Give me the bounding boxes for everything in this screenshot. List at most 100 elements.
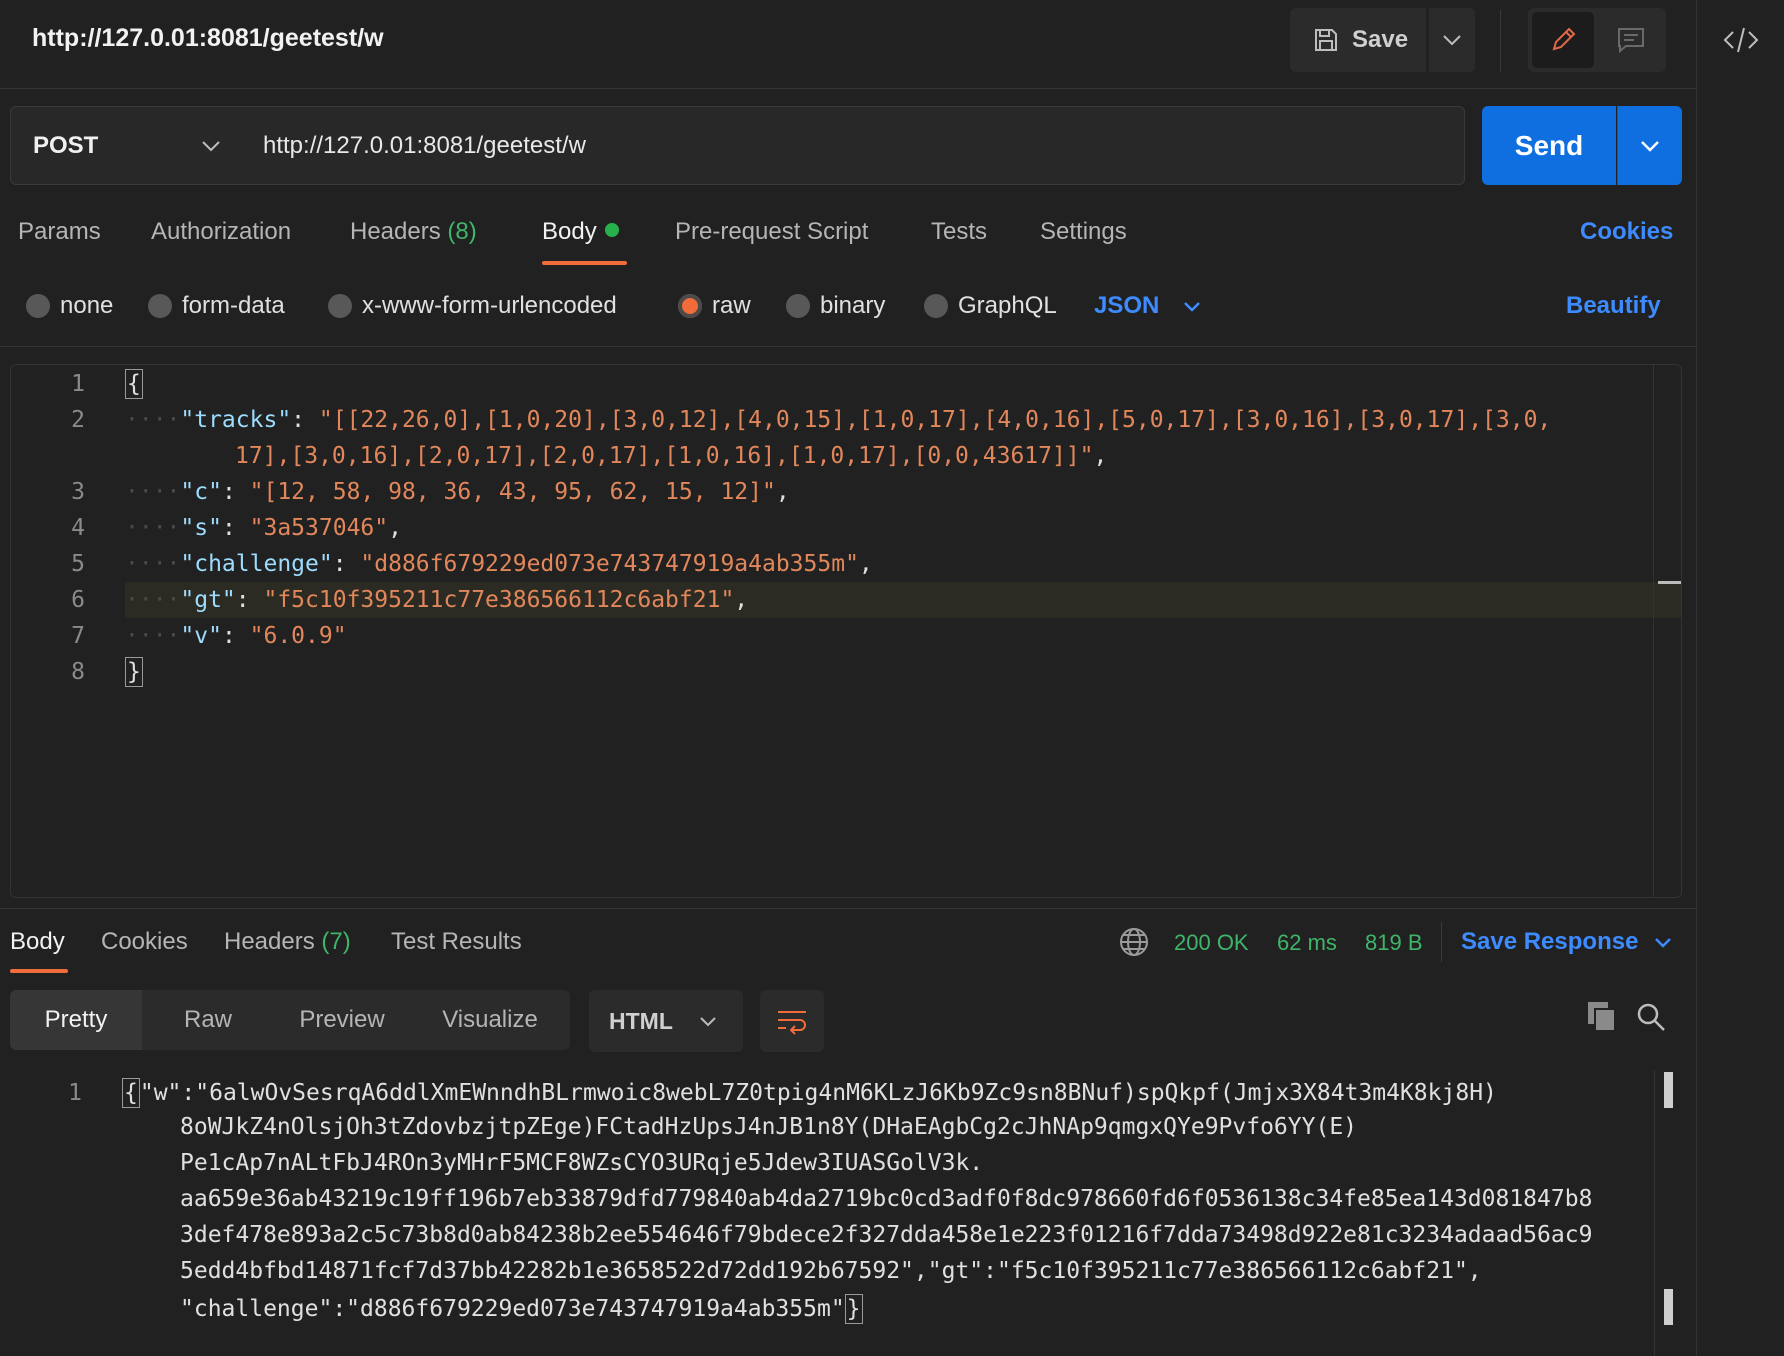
response-format-label: HTML	[609, 1007, 673, 1034]
json-key: "s"	[180, 515, 222, 541]
code-icon[interactable]	[1723, 24, 1759, 56]
code-line: }	[125, 657, 143, 687]
tab-body-label: Body	[542, 218, 597, 245]
chevron-down-icon	[202, 140, 220, 151]
line-number: 4	[71, 515, 85, 541]
search-icon[interactable]	[1636, 1002, 1666, 1032]
response-tab-cookies[interactable]: Cookies	[101, 928, 188, 956]
editor-scrollbar[interactable]	[1653, 365, 1681, 897]
view-visualize[interactable]: Visualize	[410, 990, 570, 1050]
divider	[0, 346, 1696, 347]
request-title[interactable]: http://127.0.01:8081/geetest/w	[32, 24, 384, 53]
code-line-wrapped: 17],[3,0,16],[2,0,17],[2,0,17],[1,0,16],…	[235, 443, 1108, 469]
json-string: 17],[3,0,16],[2,0,17],[2,0,17],[1,0,16],…	[235, 443, 1094, 469]
edit-mode-toggle	[1528, 8, 1666, 72]
edit-button[interactable]	[1532, 12, 1594, 68]
tab-pre-request-script[interactable]: Pre-request Script	[675, 218, 868, 246]
method-select[interactable]: POST	[10, 106, 242, 185]
close-brace: }	[125, 657, 143, 687]
copy-icon[interactable]	[1586, 1000, 1618, 1034]
json-string: "3a537046"	[249, 515, 389, 541]
radio-raw[interactable]: raw	[678, 292, 751, 320]
tab-headers[interactable]: Headers (8)	[350, 218, 477, 246]
json-string: "d886f679229ed073e743747919a4ab355m"	[360, 551, 859, 577]
floppy-disk-icon	[1315, 29, 1337, 51]
response-text: "challenge":"d886f679229ed073e743747919a…	[180, 1296, 845, 1322]
chevron-down-icon	[1184, 301, 1201, 312]
send-options-button[interactable]	[1617, 106, 1682, 185]
toolbar-divider	[1500, 10, 1501, 72]
save-response-button[interactable]: Save Response	[1461, 928, 1672, 956]
code-line: ····"c": "[12, 58, 98, 36, 43, 95, 62, 1…	[125, 479, 790, 505]
save-label: Save	[1352, 26, 1409, 53]
comment-button[interactable]	[1600, 12, 1662, 68]
line-number: 8	[71, 659, 85, 685]
view-pretty[interactable]: Pretty	[10, 990, 142, 1050]
tab-tests[interactable]: Tests	[931, 218, 987, 246]
comment-icon	[1618, 28, 1644, 54]
right-sidebar	[1696, 0, 1784, 1356]
code-line: {	[125, 369, 143, 399]
code-line: ····"challenge": "d886f679229ed073e74374…	[125, 551, 873, 577]
save-button[interactable]: Save	[1290, 8, 1426, 72]
send-button[interactable]: Send	[1482, 106, 1616, 185]
cookies-link[interactable]: Cookies	[1580, 218, 1673, 246]
response-scrollbar-thumb[interactable]	[1664, 1289, 1673, 1325]
json-key: "c"	[180, 479, 222, 505]
chevron-down-icon	[1655, 937, 1672, 948]
response-time[interactable]: 62 ms	[1277, 930, 1337, 956]
line-number: 3	[71, 479, 85, 505]
response-tab-headers-label: Headers	[224, 928, 315, 955]
radio-form-data[interactable]: form-data	[148, 292, 285, 320]
save-options-button[interactable]	[1429, 8, 1475, 72]
radio-circle	[786, 294, 810, 318]
json-string: "[12, 58, 98, 36, 43, 95, 62, 15, 12]"	[249, 479, 776, 505]
view-preview[interactable]: Preview	[274, 990, 410, 1050]
line-number: 6	[71, 587, 85, 613]
code-line: ····"tracks": "[[22,26,0],[1,0,20],[3,0,…	[125, 407, 1552, 433]
chevron-down-icon	[1443, 35, 1461, 46]
response-body-viewer[interactable]: 1 {"w":"6alwOvSesrqA6ddlXmEWnndhBLrmwoic…	[0, 1070, 1696, 1356]
tab-headers-label: Headers	[350, 218, 441, 245]
url-input[interactable]	[241, 106, 1465, 185]
tab-authorization[interactable]: Authorization	[151, 218, 291, 246]
language-select[interactable]: JSON	[1094, 292, 1201, 320]
line-number: 7	[71, 623, 85, 649]
globe-icon[interactable]	[1118, 926, 1150, 958]
response-line: 3def478e893a2c5c73b8d0ab84238b2ee554646f…	[180, 1222, 1593, 1248]
response-size[interactable]: 819 B	[1365, 930, 1423, 956]
response-tab-headers[interactable]: Headers (7)	[224, 928, 351, 956]
request-body-editor[interactable]: 1 2 3 4 5 6 7 8 { ····"tracks": "[[22,26…	[10, 364, 1682, 898]
code-line: ····"gt": "f5c10f395211c77e386566112c6ab…	[125, 587, 749, 613]
response-scrollbar-thumb[interactable]	[1664, 1072, 1673, 1108]
wrap-lines-button[interactable]	[760, 990, 824, 1052]
json-key: "v"	[180, 623, 222, 649]
tab-settings[interactable]: Settings	[1040, 218, 1127, 246]
status-code[interactable]: 200 OK	[1174, 930, 1249, 956]
response-format-select[interactable]: HTML	[589, 990, 743, 1052]
scroll-position-marker	[1658, 581, 1681, 584]
radio-urlencoded-label: x-www-form-urlencoded	[362, 292, 617, 319]
radio-none-label: none	[60, 292, 114, 319]
body-modified-dot	[604, 223, 619, 237]
save-response-label: Save Response	[1461, 928, 1639, 955]
radio-graphql[interactable]: GraphQL	[924, 292, 1057, 320]
radio-circle	[328, 294, 352, 318]
radio-x-www-form-urlencoded[interactable]: x-www-form-urlencoded	[328, 292, 617, 320]
radio-circle	[26, 294, 50, 318]
tab-body[interactable]: Body	[542, 218, 619, 246]
view-raw[interactable]: Raw	[142, 990, 274, 1050]
chevron-down-icon	[1641, 140, 1659, 152]
response-tab-test-results[interactable]: Test Results	[391, 928, 522, 956]
line-number: 1	[71, 371, 85, 397]
radio-graphql-label: GraphQL	[958, 292, 1057, 319]
radio-none[interactable]: none	[26, 292, 113, 320]
code-line: ····"s": "3a537046",	[125, 515, 402, 541]
code-line: ····"v": "6.0.9"	[125, 623, 347, 649]
beautify-button[interactable]: Beautify	[1566, 292, 1661, 320]
response-tab-body[interactable]: Body	[10, 928, 65, 956]
json-key: "tracks"	[180, 407, 292, 433]
close-brace: }	[844, 1294, 863, 1324]
tab-params[interactable]: Params	[18, 218, 101, 246]
radio-binary[interactable]: binary	[786, 292, 885, 320]
